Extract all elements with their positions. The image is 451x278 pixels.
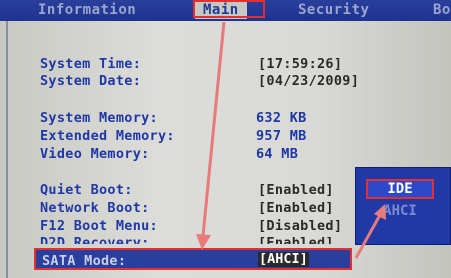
- annotation-arrows: [196, 21, 386, 259]
- bios-screen: Information Main Security Bo System Time…: [0, 0, 451, 278]
- arrow-main-to-sata: [196, 21, 226, 250]
- arrow-sata-to-popup: [354, 204, 386, 259]
